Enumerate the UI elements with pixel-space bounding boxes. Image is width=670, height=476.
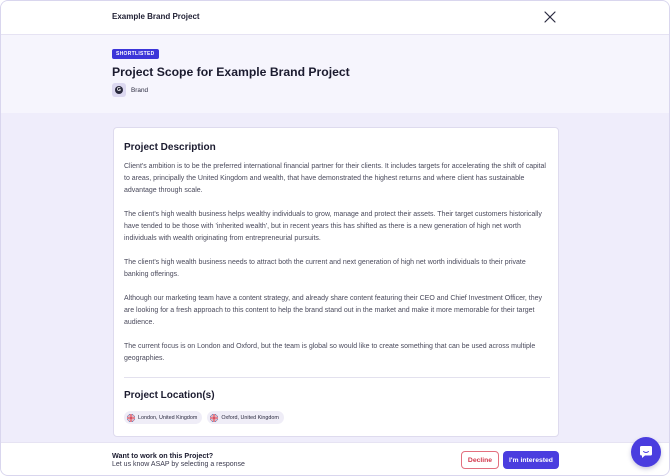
- section-divider: [124, 377, 550, 378]
- location-label: Oxford, United Kingdom: [221, 414, 279, 421]
- uk-flag-icon: [127, 413, 135, 422]
- chat-icon[interactable]: [631, 437, 661, 467]
- brand-label: Brand: [131, 86, 149, 94]
- page-title: Project Scope for Example Brand Project: [112, 65, 350, 79]
- description-paragraph: Client's ambition is to be the preferred…: [124, 163, 546, 194]
- window-title: Example Brand Project: [112, 12, 200, 21]
- locations-heading: Project Location(s): [124, 390, 215, 401]
- location-chip: London, United Kingdom: [124, 411, 203, 424]
- description-paragraph: The client's high wealth business needs …: [124, 259, 526, 278]
- footer-question: Want to work on this Project?: [112, 451, 214, 460]
- interested-button[interactable]: I'm interested: [503, 451, 559, 469]
- response-footer: Want to work on this Project? Let us kno…: [1, 442, 669, 475]
- description-paragraph: The client's high wealth business helps …: [124, 211, 542, 242]
- project-header: SHORTLISTED Project Scope for Example Br…: [1, 35, 669, 113]
- description-paragraph: Although our marketing team have a conte…: [124, 295, 543, 326]
- brand-logo-icon: G: [112, 83, 126, 97]
- project-description-card: Project Description Client's ambition is…: [113, 127, 559, 437]
- top-bar: Example Brand Project: [1, 1, 669, 35]
- uk-flag-icon: [210, 413, 219, 422]
- decline-button[interactable]: Decline: [461, 451, 499, 469]
- project-modal: Example Brand Project SHORTLISTED Projec…: [0, 0, 670, 476]
- location-list: London, United Kingdom Oxford, United Ki…: [124, 411, 284, 424]
- description-paragraph: The current focus is on London and Oxfor…: [124, 343, 536, 362]
- location-label: London, United Kingdom: [138, 414, 198, 421]
- footer-subtext: Let us know ASAP by selecting a response: [112, 461, 245, 468]
- location-chip: Oxford, United Kingdom: [207, 411, 284, 424]
- status-badge: SHORTLISTED: [112, 49, 159, 59]
- description-heading: Project Description: [124, 142, 216, 153]
- close-icon[interactable]: [543, 10, 557, 24]
- brand-row: G Brand: [112, 83, 148, 97]
